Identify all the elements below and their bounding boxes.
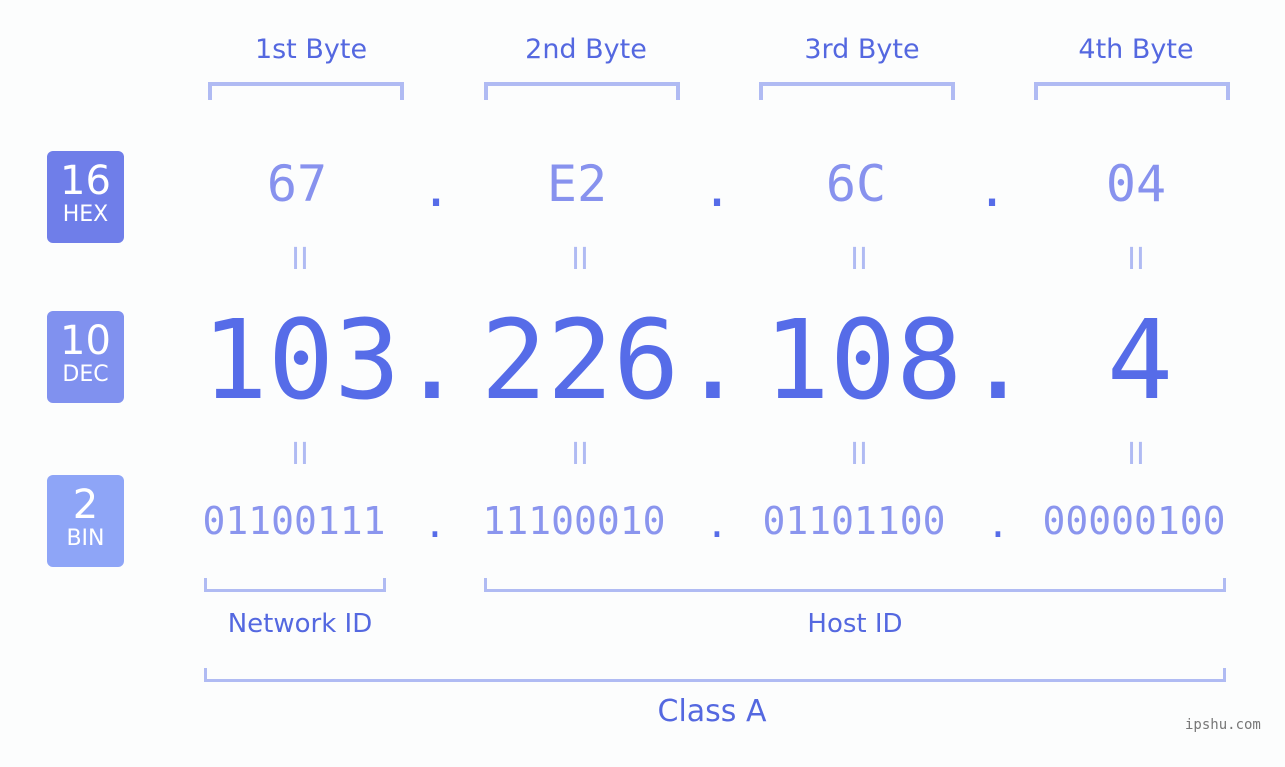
dec-byte-2: 226 (480, 296, 680, 424)
hex-byte-1: 67 (266, 155, 328, 213)
bracket-byte-3 (759, 82, 955, 100)
hex-base-label: HEX (62, 202, 109, 227)
bin-badge: 2 BIN (47, 475, 124, 567)
bin-byte-1: 01100111 (202, 499, 386, 543)
bin-dot-1: . (423, 502, 447, 546)
bin-byte-2: 11100010 (482, 499, 666, 543)
bin-base-number: 2 (72, 482, 99, 528)
host-id-bracket (484, 578, 1226, 592)
host-id-label: Host ID (807, 609, 903, 639)
bracket-byte-4 (1034, 82, 1230, 100)
equals-dec-bin-1: II (291, 437, 309, 472)
hex-byte-3: 6C (825, 155, 887, 213)
header-byte-1: 1st Byte (254, 34, 368, 65)
equals-hex-dec-2: II (571, 242, 589, 277)
watermark: ipshu.com (1185, 717, 1261, 733)
header-byte-2: 2nd Byte (525, 34, 647, 65)
equals-hex-dec-1: II (291, 242, 309, 277)
equals-dec-bin-3: II (850, 437, 868, 472)
hex-dot-3: . (976, 160, 1008, 218)
header-byte-3: 3rd Byte (804, 34, 920, 65)
bracket-byte-2 (484, 82, 680, 100)
dec-dot-2: . (679, 296, 747, 424)
hex-dot-2: . (701, 160, 733, 218)
bracket-byte-1 (208, 82, 404, 100)
network-id-label: Network ID (227, 609, 373, 639)
class-bracket (204, 668, 1226, 682)
bin-byte-3: 01101100 (762, 499, 946, 543)
dec-dot-1: . (398, 296, 466, 424)
dec-base-number: 10 (60, 318, 111, 364)
dec-base-label: DEC (62, 362, 109, 387)
hex-byte-2: E2 (546, 155, 608, 213)
hex-badge: 16 HEX (47, 151, 124, 243)
header-byte-4: 4th Byte (1078, 34, 1194, 65)
bin-dot-3: . (986, 502, 1010, 546)
bin-base-label: BIN (66, 526, 105, 551)
network-id-bracket (204, 578, 386, 592)
equals-hex-dec-3: II (850, 242, 868, 277)
bin-dot-2: . (705, 502, 729, 546)
hex-dot-1: . (420, 160, 452, 218)
equals-dec-bin-2: II (571, 437, 589, 472)
class-label: Class A (657, 694, 767, 729)
equals-dec-bin-4: II (1127, 437, 1145, 472)
equals-hex-dec-4: II (1127, 242, 1145, 277)
dec-byte-3: 108 (763, 296, 963, 424)
hex-byte-4: 04 (1105, 155, 1167, 213)
bin-byte-4: 00000100 (1042, 499, 1226, 543)
hex-base-number: 16 (60, 158, 111, 204)
dec-byte-4: 4 (1106, 296, 1174, 424)
dec-badge: 10 DEC (47, 311, 124, 403)
dec-dot-3: . (964, 296, 1032, 424)
